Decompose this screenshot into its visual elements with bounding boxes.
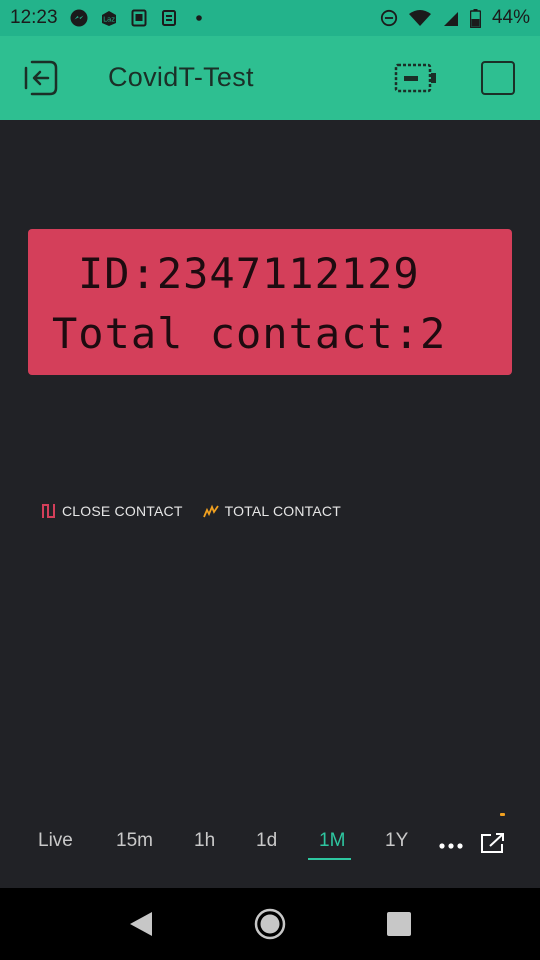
- exit-button[interactable]: [22, 58, 62, 98]
- lcd-line-1: ID:2347112129: [78, 249, 420, 298]
- status-bar: 12:23 Laz 44%: [0, 0, 540, 36]
- tab-live[interactable]: Live: [38, 830, 73, 852]
- zigzag-line-icon: [202, 504, 219, 518]
- clipboard-app-icon: [160, 9, 178, 27]
- legend-item-total-contact[interactable]: TOTAL CONTACT: [202, 503, 341, 519]
- tab-1d[interactable]: 1d: [256, 830, 277, 852]
- document-app-icon: [130, 9, 148, 27]
- tab-15m[interactable]: 15m: [116, 830, 153, 852]
- tab-1m[interactable]: 1M: [319, 830, 345, 852]
- legend-item-close-contact[interactable]: CLOSE CONTACT: [42, 503, 183, 519]
- series-marker: [500, 813, 505, 816]
- status-time: 12:23: [10, 7, 58, 28]
- more-dots-icon: [439, 843, 463, 849]
- app-bar: CovidT-Test: [0, 36, 540, 120]
- square-button[interactable]: [481, 61, 515, 95]
- lcd-line-2: Total contact:2: [52, 309, 447, 358]
- battery-widget-button[interactable]: [394, 62, 438, 94]
- svg-text:Laz: Laz: [103, 16, 115, 24]
- tab-1h[interactable]: 1h: [194, 830, 215, 852]
- more-button[interactable]: [437, 838, 465, 849]
- messenger-icon: [70, 9, 88, 27]
- legend-label: TOTAL CONTACT: [224, 503, 341, 519]
- signal-icon: [442, 9, 460, 27]
- battery-percent: 44%: [491, 7, 530, 28]
- expand-chart-button[interactable]: [480, 832, 506, 854]
- system-icons: 44%: [380, 7, 530, 29]
- nav-recents-button[interactable]: [387, 912, 411, 936]
- do-not-disturb-icon: [380, 9, 398, 27]
- period-tabs: Live 15m 1h 1d 1M 1Y: [0, 822, 540, 872]
- battery-icon: [470, 8, 482, 28]
- legend-label: CLOSE CONTACT: [62, 503, 183, 519]
- wifi-icon: [408, 9, 432, 27]
- back-triangle-icon: [130, 912, 152, 936]
- exit-icon: [24, 60, 58, 96]
- chart-legend: CLOSE CONTACT TOTAL CONTACT: [42, 503, 341, 519]
- nav-back-button[interactable]: [128, 910, 154, 938]
- chart-area[interactable]: [20, 540, 520, 820]
- open-external-icon: [481, 833, 504, 853]
- active-tab-indicator: [308, 858, 351, 860]
- lcd-display[interactable]: ID:2347112129 Total contact:2: [28, 229, 512, 375]
- tab-1y[interactable]: 1Y: [385, 830, 408, 852]
- square-wave-icon: [42, 504, 55, 518]
- dot-icon: [190, 9, 208, 27]
- lazada-icon: Laz: [100, 9, 118, 27]
- nav-home-button[interactable]: [254, 908, 286, 940]
- home-circle-icon: [254, 908, 286, 940]
- app-title: CovidT-Test: [108, 62, 254, 92]
- notification-icons: Laz: [70, 9, 208, 27]
- navigation-bar: [0, 888, 540, 960]
- battery-widget-icon: [394, 63, 436, 93]
